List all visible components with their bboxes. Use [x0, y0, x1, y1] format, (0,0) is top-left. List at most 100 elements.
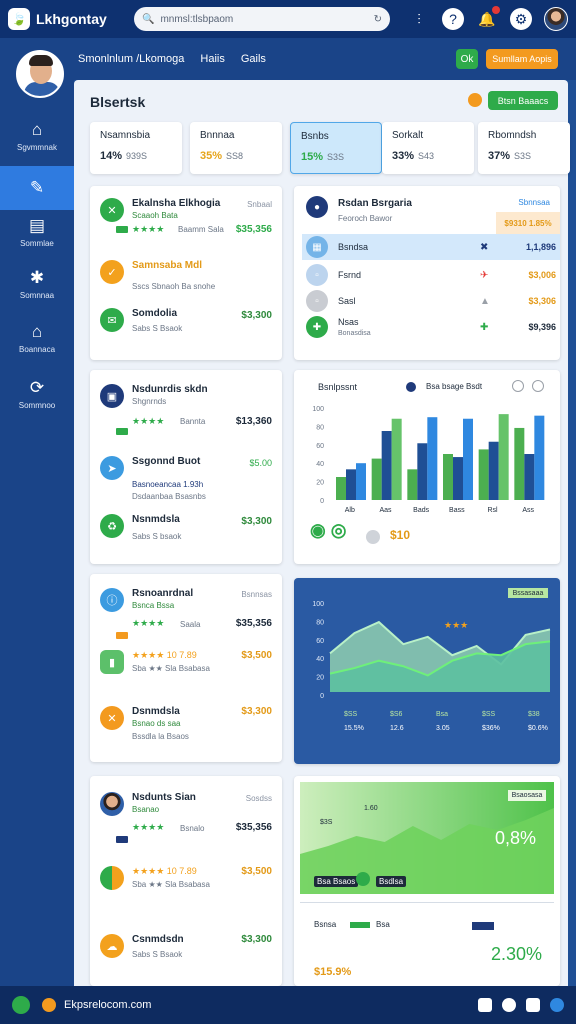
x-tick-label: $SS — [482, 711, 496, 718]
list-item[interactable]: ▫ Sasl ▲ $3,306 — [302, 288, 560, 314]
stat-card[interactable]: Sorkalt 33% S43 — [382, 122, 474, 174]
mail-icon: ✉ — [100, 308, 124, 332]
refresh-icon[interactable]: ↻ — [374, 14, 382, 25]
sidebar-item-documents[interactable]: ▤ Sommlae — [0, 210, 74, 254]
bar — [346, 469, 356, 500]
x-tick-label: $SS — [344, 711, 358, 718]
bar — [453, 457, 463, 500]
alert-icon[interactable] — [468, 93, 482, 107]
bar — [463, 418, 473, 500]
list-item[interactable]: ✉ Somdolia Sabs S Bsaok $3,300 — [100, 304, 272, 360]
user-avatar[interactable] — [544, 7, 568, 31]
sidebar-item-home[interactable]: ⌂ Sgvmmnak — [0, 114, 74, 158]
y-tick-label: 100 — [312, 406, 324, 413]
x-tick-label: $38 — [528, 711, 540, 718]
info-icon[interactable] — [512, 380, 524, 392]
callout-label: 1.60 — [364, 805, 378, 812]
product-card: Nsdunts Sian Bsanao Sosdss ★★★★ Bsnalo $… — [90, 776, 282, 986]
stats-icon[interactable]: ⫶ — [408, 8, 430, 30]
grid-icon: ▦ — [306, 236, 328, 258]
x-value-label: $0.6% — [528, 725, 548, 732]
tab-icon[interactable] — [478, 998, 492, 1012]
list-item[interactable]: ✚ Nsas Bonasdisa ✚ $9,396 — [302, 314, 560, 340]
more-icon[interactable] — [532, 380, 544, 392]
x-tick-label: Bsa — [436, 711, 448, 718]
recycle-icon: ♻ — [100, 514, 124, 538]
stat-card-selected[interactable]: Bsnbs 15% S3S — [290, 122, 382, 174]
bar — [443, 454, 453, 500]
area-chart: 100 80 60 40 20 0 ★★★ $SS 15.5% $S6 12.6 Bsa 3.05 $SS… — [312, 601, 551, 732]
x-value-label: 3.05 — [436, 725, 450, 732]
document-icon: ▤ — [28, 215, 46, 235]
sidebar-item-tools[interactable]: ✱ Somnnaa — [0, 262, 74, 306]
list-item[interactable]: ➤ Ssgonnd Buot Basnoeancaa 1.93h Dsdaanb… — [100, 452, 272, 508]
menu-icon[interactable] — [526, 998, 540, 1012]
page-icon: ▫ — [306, 264, 328, 286]
notification-bell-icon[interactable]: 🔔 — [476, 6, 500, 30]
pie-icon — [100, 866, 124, 890]
x-tick-label: $S6 — [390, 711, 403, 718]
app-logo-icon[interactable]: 🍃 — [8, 8, 30, 30]
y-tick-label: 60 — [316, 638, 324, 645]
sidebar: ⌂ Sgvmmnak ✎ ▤ Sommlae ✱ Somnnaa ⌂ Boann… — [0, 38, 74, 986]
search-input[interactable]: mnmsl:tlsbpaom — [160, 14, 373, 25]
action-button[interactable]: Btsn Baaacs — [488, 91, 558, 110]
list-item[interactable]: ☁ Csnmdsdn Sabs S Bsaok $3,300 — [100, 930, 272, 986]
search-icon: 🔍 — [142, 13, 155, 25]
rating-stars: ★★★ — [444, 621, 468, 631]
status-bar: Ekpsrelocom.com — [0, 986, 576, 1024]
list-item[interactable]: ✕ Dsnmdsla Bsnao ds saa Bssdla la Bsaos … — [100, 702, 272, 758]
product-card: ⓘ Rsnoanrdnal Bsnca Bssa Bsnnsas ★★★★ Sa… — [90, 574, 282, 762]
apps-grid-icon[interactable]: ⚙ — [510, 8, 532, 30]
list-item[interactable]: ⓘ Rsnoanrdnal Bsnca Bssa Bsnnsas ★★★★ Sa… — [100, 584, 272, 640]
list-item-selected[interactable]: ▦ Bsndsa ✖ 1,1,896 — [302, 234, 560, 260]
search-bar[interactable]: 🔍 mnmsl:tlsbpaom ↻ — [134, 7, 390, 31]
confirm-button[interactable]: Ok — [456, 49, 478, 69]
growth-indicator: ◉ ◎ — [310, 520, 347, 540]
stat-card[interactable]: Rbomndsh 37% S3S — [478, 122, 570, 174]
help-icon[interactable]: ? — [442, 8, 464, 30]
app-title: Lkhgontay — [36, 11, 107, 27]
list-item[interactable]: ★★★★ 10 7.89 Sba ★★ Sla Bsabasa $3,500 — [100, 862, 272, 918]
y-tick-label: 20 — [316, 480, 324, 487]
product-card: ▣ Nsdunrdis skdn Shgnrnds ★★★★ Bannta $1… — [90, 370, 282, 564]
sidebar-item-buildings[interactable]: ⌂ Boannaca — [0, 316, 74, 360]
bar — [417, 443, 428, 500]
list-item[interactable]: Nsdunts Sian Bsanao Sosdss ★★★★ Bsnalo $… — [100, 788, 272, 844]
x-value-label: 15.5% — [344, 725, 364, 732]
list-item[interactable]: ▫ Fsrnd ✈ $3,006 — [302, 262, 560, 288]
share-icon[interactable] — [502, 998, 516, 1012]
sidebar-item-settings[interactable]: ⟳ Sommnoo — [0, 372, 74, 416]
list-item[interactable]: ✕ Ekalnsha Elkhogia Scaaoh Bata Snbaal ★… — [100, 194, 272, 250]
growth-chart-card: $3S 1.60 Bsaosasa 0,8% Bsa Bsaos Bsdlsa B… — [294, 776, 560, 986]
stat-card[interactable]: Nsamnsbia 14% 939S — [90, 122, 182, 174]
bottle-icon: ▮ — [100, 650, 124, 674]
breadcrumb-home[interactable]: Smonlnlum /Lkomoga — [78, 53, 184, 65]
bar — [336, 477, 346, 500]
page-title: Blsertsk — [90, 94, 146, 110]
bar — [488, 441, 499, 500]
account-icon[interactable] — [550, 998, 564, 1012]
home-icon[interactable] — [42, 998, 56, 1012]
tools-icon: ✕ — [100, 198, 124, 222]
sidebar-item-analytics[interactable]: ✎ — [0, 166, 74, 210]
leaf-icon: ✚ — [306, 316, 328, 338]
stat-card[interactable]: Bnnnaa 35% SS8 — [190, 122, 282, 174]
breadcrumb-page[interactable]: Gails — [241, 53, 266, 65]
toggle-icon[interactable] — [366, 530, 380, 544]
submit-button[interactable]: Sumllam Aopis — [486, 49, 558, 69]
y-tick-label: 100 — [312, 601, 324, 608]
callout-label: $3S — [320, 819, 333, 826]
legend-dot — [406, 382, 416, 392]
breadcrumb-section[interactable]: Haiis — [200, 53, 224, 65]
x-tick-label: Rsl — [487, 507, 498, 514]
list-item[interactable]: ▮ ★★★★ 10 7.89 Sba ★★ Sla Bsabasa $3,500 — [100, 646, 272, 702]
y-tick-label: 60 — [316, 443, 324, 450]
bar — [381, 431, 392, 500]
list-item[interactable]: ▣ Nsdunrdis skdn Shgnrnds ★★★★ Bannta $1… — [100, 380, 272, 436]
profile-avatar[interactable] — [16, 50, 64, 98]
bar — [514, 427, 525, 500]
y-tick-label: 0 — [320, 498, 324, 505]
list-item[interactable]: ♻ Nsnmdsla Sabs S bsaok $3,300 — [100, 510, 272, 566]
main-panel: Blsertsk Btsn Baaacs Nsamnsbia 14% 939S B… — [74, 80, 570, 986]
